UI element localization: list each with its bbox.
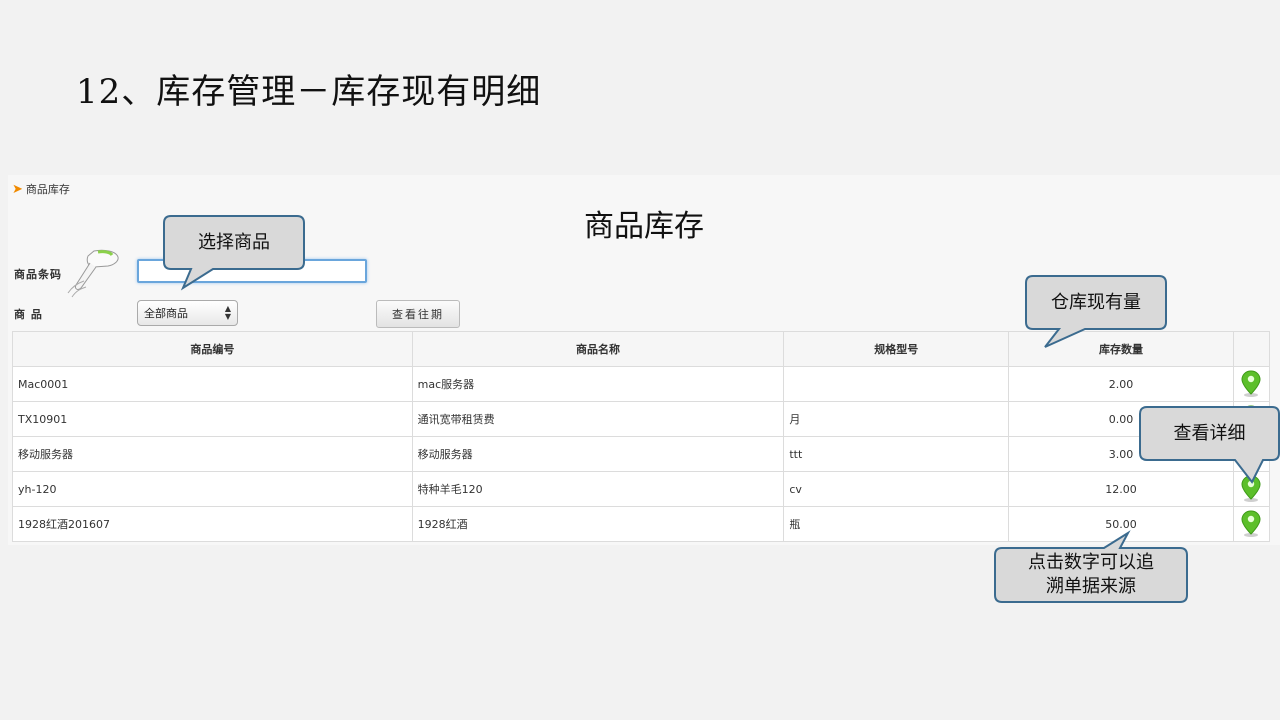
cell-product-name: 1928红酒 — [411, 506, 785, 542]
inventory-table: 商品编号 商品名称 规格型号 库存数量 Mac0001 mac服务器 2.00 TX1… — [12, 331, 1271, 542]
barcode-label: 商品条码 — [14, 268, 62, 281]
header-product-code[interactable]: 商品编号 — [12, 331, 413, 367]
barcode-scanner-icon — [67, 249, 119, 298]
header-spec-model[interactable]: 规格型号 — [783, 331, 1010, 367]
table-row[interactable]: Mac0001 mac服务器 2.00 — [12, 366, 1271, 402]
table-row[interactable]: 移动服务器 移动服务器 ttt 3.00 — [12, 436, 1271, 472]
table-row[interactable]: TX10901 通讯宽带租赁费月 0.00 — [12, 401, 1271, 437]
cell-spec-model: cv — [783, 471, 1010, 507]
callout-trace-source-text: 点击数字可以追 溯单据来源 — [994, 548, 1188, 602]
breadcrumb-arrow-icon: ➤ — [12, 181, 23, 197]
product-select[interactable]: 全部商品 ▲ ▼ — [137, 300, 238, 326]
callout-trace-source: 点击数字可以追 溯单据来源 — [994, 530, 1188, 604]
slide-title: 12、库存管理－库存现有明细 — [76, 72, 542, 112]
cell-spec-model — [783, 366, 1010, 402]
cell-action — [1232, 366, 1271, 402]
callout-select-product: 选择商品 — [163, 215, 305, 295]
map-pin-icon[interactable] — [1241, 370, 1261, 398]
product-label: 商 品 — [14, 308, 43, 321]
header-action — [1232, 331, 1271, 367]
cell-stock-qty[interactable]: 2.00 — [1008, 366, 1234, 402]
cell-spec-model: 月 — [783, 401, 1010, 437]
callout-trace-line1: 点击数字可以追 — [1028, 552, 1154, 573]
select-updown-icon: ▲ ▼ — [224, 304, 231, 321]
cell-product-name: 特种羊毛120 — [411, 471, 785, 507]
cell-spec-model: 瓶 — [783, 506, 1010, 542]
callout-select-product-text: 选择商品 — [198, 231, 270, 253]
callout-warehouse-stock-text: 仓库现有量 — [1051, 291, 1141, 313]
cell-product-code: TX10901 — [12, 401, 413, 437]
cell-product-name: 通讯宽带租赁费 — [411, 401, 785, 437]
view-history-button[interactable]: 查看往期 — [376, 300, 460, 328]
map-pin-icon[interactable] — [1241, 510, 1261, 538]
cell-product-name: mac服务器 — [411, 366, 785, 402]
header-product-name[interactable]: 商品名称 — [411, 331, 785, 367]
callout-view-detail: 查看详细 — [1139, 406, 1280, 486]
product-select-value: 全部商品 — [144, 307, 188, 320]
table-row[interactable]: yh-120 特种羊毛120 cv 12.00 — [12, 471, 1271, 507]
breadcrumb: ➤ 商品库存 — [12, 181, 70, 197]
cell-spec-model: ttt — [783, 436, 1010, 472]
callout-view-detail-text: 查看详细 — [1173, 422, 1246, 444]
callout-trace-line2: 溯单据来源 — [1046, 576, 1136, 597]
cell-product-code: 移动服务器 — [12, 436, 413, 472]
cell-product-code: Mac0001 — [12, 366, 413, 402]
cell-action — [1232, 506, 1271, 542]
callout-warehouse-stock: 仓库现有量 — [1025, 275, 1167, 350]
cell-product-code: 1928红酒201607 — [12, 506, 413, 542]
breadcrumb-label[interactable]: 商品库存 — [26, 181, 70, 197]
cell-product-name: 移动服务器 — [411, 436, 785, 472]
cell-product-code: yh-120 — [12, 471, 413, 507]
